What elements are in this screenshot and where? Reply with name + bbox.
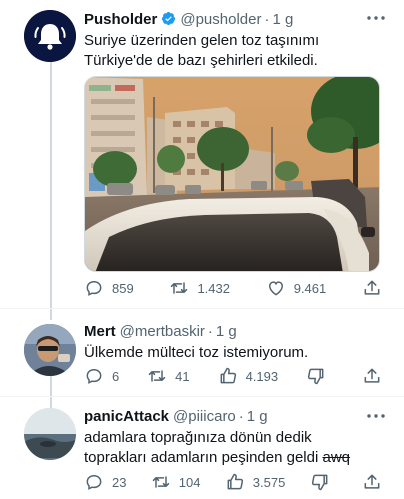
retweet-icon [152,476,170,488]
avatar[interactable] [24,324,76,376]
retweet-button[interactable]: 1.432 [169,278,230,298]
upvote-button[interactable]: 4.193 [218,366,279,386]
tweet-header: panicAttack @piiicaro · 1 g [84,407,392,426]
tweet-text-line1: adamlara toprağınıza dönün dedik [84,429,312,446]
dusty-street-photo [85,77,379,271]
display-name[interactable]: Mert [84,322,116,341]
tweet-photo[interactable] [84,76,380,272]
heart-icon [268,281,283,296]
retweet-count: 104 [178,474,201,490]
tweet-header: Mert @mertbaskir · 1 g [84,322,392,341]
handle[interactable]: @piiicaro [173,407,236,426]
user-photo-avatar [24,408,76,460]
tweet-text-line2: toprakları adamların peşinden geldi [84,449,323,466]
thumbs-up-icon [227,473,243,490]
tweet-actions: 859 1.432 9.461 [84,278,390,298]
reply-icon [86,368,102,384]
handle[interactable]: @pusholder [180,10,261,29]
divider [0,308,404,309]
handle[interactable]: @mertbaskir [120,322,205,341]
reply-button[interactable]: 859 [84,278,134,298]
reply-icon [86,280,102,296]
timestamp[interactable]: 1 g [216,322,237,341]
like-count: 9.461 [293,280,327,296]
reply-count: 23 [112,474,127,490]
more-icon[interactable] [364,407,388,425]
thumbs-down-icon [311,474,328,491]
reply-count: 6 [112,368,120,384]
display-name[interactable]: Pusholder [84,10,157,29]
user-photo-avatar [24,324,76,376]
tweet-actions: 23 104 3.575 [84,472,390,492]
divider [0,396,404,397]
like-button[interactable]: 9.461 [266,278,327,298]
tweet-text: Ülkemde mülteci toz istemiyorum. [84,344,309,361]
tweet-actions: 6 41 4.193 [84,366,390,386]
display-name[interactable]: panicAttack [84,407,169,426]
retweet-count: 41 [175,368,190,384]
separator-dot: · [207,323,213,340]
retweet-button[interactable]: 41 [147,366,190,386]
verified-icon [162,11,176,26]
bell-logo-icon [24,10,76,62]
reply-button[interactable]: 6 [84,366,119,386]
upvote-count: 3.575 [252,474,286,490]
avatar[interactable] [24,10,76,62]
share-icon [364,474,380,489]
avatar[interactable] [24,408,76,460]
share-button[interactable] [362,366,390,386]
share-icon [364,368,380,383]
thumbs-down-icon [307,368,324,385]
struck-text: awq [322,449,351,466]
share-button[interactable] [362,278,390,298]
tweet-text: adamlara toprağınıza dönün dedik toprakla… [84,428,392,468]
reply-count: 859 [112,280,134,296]
downvote-button[interactable] [310,472,338,492]
upvote-button[interactable]: 3.575 [225,472,286,492]
thumbs-up-icon [220,367,236,384]
tweet-pusholder[interactable]: Pusholder @pusholder · 1 g Suriye üzerin… [0,0,404,305]
timestamp[interactable]: 1 g [272,10,293,29]
timestamp[interactable]: 1 g [247,407,268,426]
retweet-icon [171,282,188,294]
more-icon[interactable] [364,9,388,27]
share-icon [364,280,380,295]
downvote-button[interactable] [306,366,334,386]
tweet-text: Suriye üzerinden gelen toz taşınımı Türk… [84,32,320,69]
retweet-icon [148,370,166,382]
separator-dot: · [238,408,244,425]
retweet-count: 1.432 [197,280,230,296]
tweet-mert[interactable]: Mert @mertbaskir · 1 g Ülkemde mülteci t… [0,310,404,400]
upvote-count: 4.193 [245,368,279,384]
retweet-button[interactable]: 104 [151,472,201,492]
share-button[interactable] [362,472,390,492]
tweet-header: Pusholder @pusholder · 1 g [84,9,392,29]
reply-icon [86,474,102,490]
tweet-panicattack[interactable]: panicAttack @piiicaro · 1 g adamlara top… [0,398,404,499]
reply-button[interactable]: 23 [84,472,126,492]
separator-dot: · [264,11,270,28]
